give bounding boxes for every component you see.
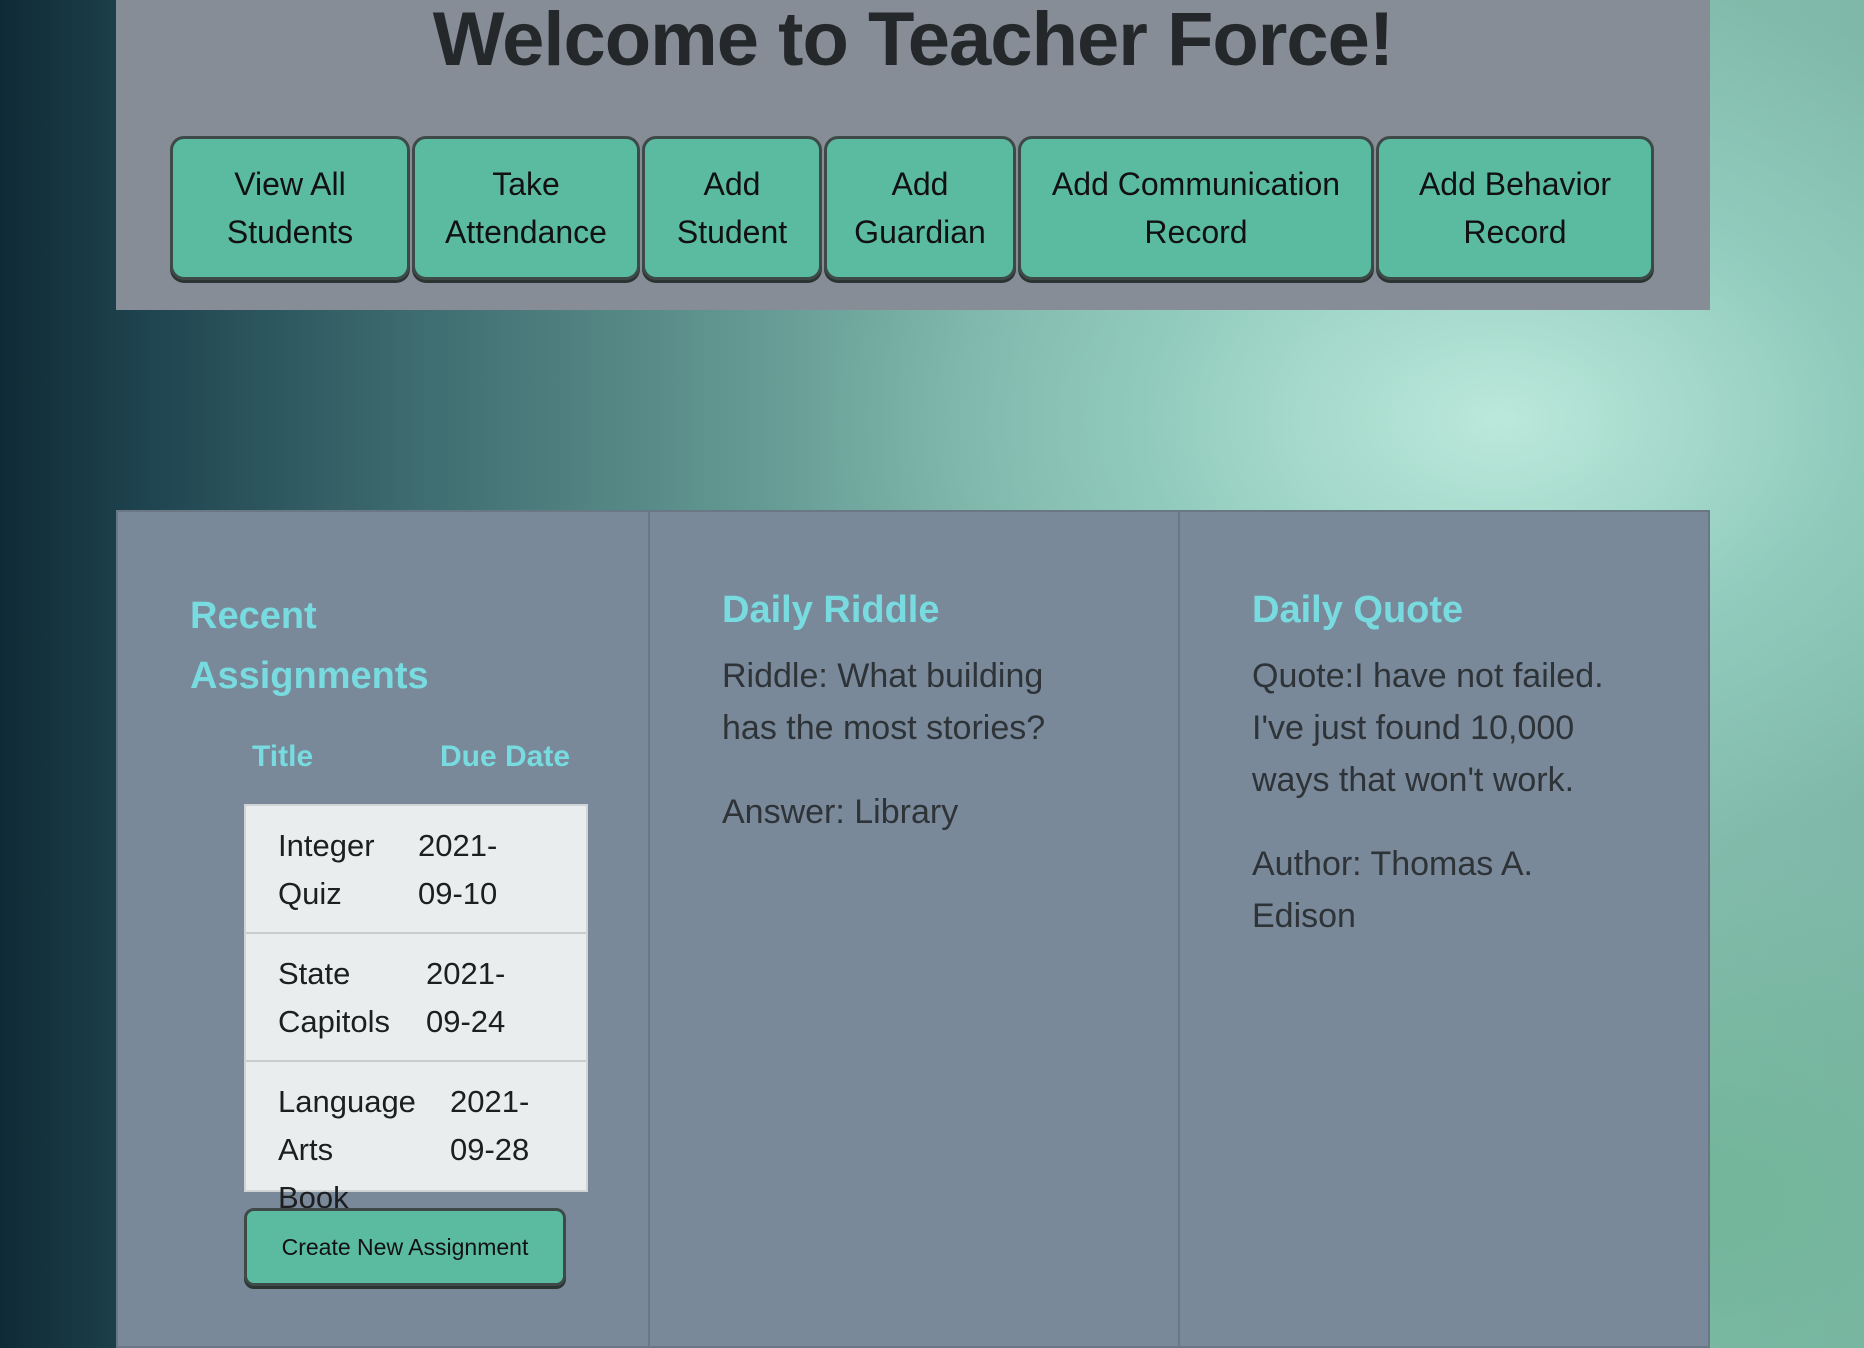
title-line: Assignments bbox=[190, 655, 429, 697]
cell-line: Integer bbox=[278, 828, 375, 863]
quote-text: Quote:I have not failed. I've just found … bbox=[1252, 650, 1604, 806]
assignment-due-date: 2021- 09-24 bbox=[426, 950, 526, 1046]
button-label-line: Record bbox=[1463, 214, 1567, 250]
daily-quote-title: Daily Quote bbox=[1252, 589, 1464, 631]
riddle-answer: Answer: Library bbox=[722, 793, 959, 831]
take-attendance-button[interactable]: Take Attendance bbox=[412, 136, 640, 280]
table-row[interactable]: State Capitols 2021- 09-24 bbox=[246, 934, 586, 1062]
button-label-line: View All bbox=[234, 166, 346, 202]
nav-bar: View All Students Take Attendance Add Stude… bbox=[170, 136, 1656, 280]
title-line: Recent bbox=[190, 595, 317, 637]
button-label-line: Add bbox=[703, 166, 761, 202]
recent-assignments-title: Recent Assignments bbox=[190, 586, 429, 706]
button-label-line: Students bbox=[226, 214, 354, 250]
text-line: Author: Thomas A. bbox=[1252, 845, 1533, 883]
header-panel: Welcome to Teacher Force! View All Studen… bbox=[116, 0, 1710, 310]
create-new-assignment-button[interactable]: Create New Assignment bbox=[244, 1208, 566, 1286]
assignment-title: State Capitols bbox=[278, 950, 408, 1046]
assignment-due-date: 2021- 09-28 bbox=[450, 1078, 550, 1174]
button-label-line: Record bbox=[1144, 214, 1248, 250]
assignment-title: Integer Quiz bbox=[278, 822, 408, 918]
view-all-students-button[interactable]: View All Students bbox=[170, 136, 410, 280]
daily-riddle-card: Daily Riddle Riddle: What building has th… bbox=[648, 510, 1180, 1348]
text-line: Quote:I have not failed. bbox=[1252, 657, 1604, 695]
cell-line: Quiz bbox=[278, 876, 342, 911]
cell-line: 09-28 bbox=[450, 1132, 530, 1167]
cell-line: Arts Book bbox=[278, 1132, 349, 1215]
cell-line: 2021- bbox=[426, 956, 506, 991]
text-line: ways that won't work. bbox=[1252, 761, 1575, 799]
quote-author: Author: Thomas A. Edison bbox=[1252, 838, 1533, 942]
riddle-question: Riddle: What building has the most storie… bbox=[722, 650, 1045, 754]
cell-line: Capitols bbox=[278, 1004, 390, 1039]
assignments-table: Integer Quiz 2021- 09-10 State Capitols 202… bbox=[244, 804, 588, 1215]
dashboard-cards: Recent Assignments Title Due Date Integer… bbox=[116, 510, 1710, 1348]
page-title: Welcome to Teacher Force! bbox=[432, 0, 1394, 82]
button-label-line: Add Communication bbox=[1051, 166, 1341, 202]
text-line: Edison bbox=[1252, 897, 1356, 935]
text-line: has the most stories? bbox=[722, 709, 1046, 747]
button-label-line: Add bbox=[891, 166, 949, 202]
text-line: Riddle: What building bbox=[722, 657, 1044, 695]
button-label-line: Attendance bbox=[445, 214, 607, 250]
cell-line: State bbox=[278, 956, 351, 991]
button-label-line: Take bbox=[492, 166, 560, 202]
cell-line: 2021- bbox=[450, 1084, 530, 1119]
button-label-line: Student bbox=[676, 214, 788, 250]
cell-line: 2021- bbox=[418, 828, 498, 863]
assignment-title: Language Arts Book bbox=[278, 1078, 416, 1222]
add-student-button[interactable]: Add Student bbox=[642, 136, 822, 280]
cell-line: 09-24 bbox=[426, 1004, 506, 1039]
daily-quote-card: Daily Quote Quote:I have not failed. I've… bbox=[1178, 510, 1710, 1348]
table-row[interactable]: Integer Quiz 2021- 09-10 bbox=[246, 806, 586, 934]
add-communication-record-button[interactable]: Add Communication Record bbox=[1018, 136, 1374, 280]
table-row[interactable]: Language Arts Book 2021- 09-28 bbox=[246, 1062, 586, 1215]
button-label-line: Add Behavior bbox=[1418, 166, 1612, 202]
add-behavior-record-button[interactable]: Add Behavior Record bbox=[1376, 136, 1654, 280]
recent-assignments-card: Recent Assignments Title Due Date Integer… bbox=[116, 510, 650, 1348]
column-header-title: Title bbox=[252, 740, 314, 773]
cell-line: 09-10 bbox=[418, 876, 498, 911]
daily-riddle-title: Daily Riddle bbox=[722, 589, 940, 631]
cell-line: Language bbox=[278, 1084, 416, 1119]
assignment-due-date: 2021- 09-10 bbox=[418, 822, 518, 918]
button-label-line: Guardian bbox=[854, 214, 986, 250]
text-line: I've just found 10,000 bbox=[1252, 709, 1575, 747]
add-guardian-button[interactable]: Add Guardian bbox=[824, 136, 1016, 280]
column-header-due-date: Due Date bbox=[440, 740, 571, 773]
